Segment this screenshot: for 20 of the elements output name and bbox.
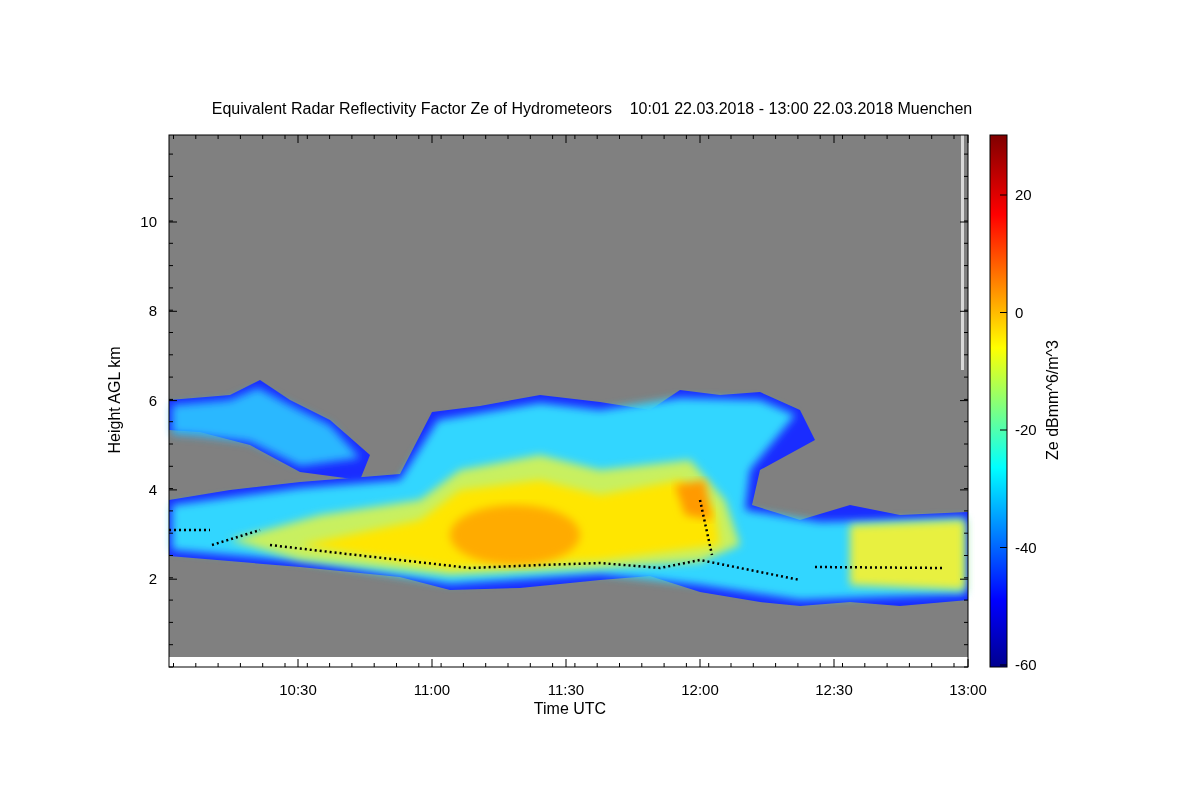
- y-tick-label: 2: [148, 570, 157, 588]
- colorbar-tick-label: 20: [1015, 186, 1032, 203]
- x-axis-title: Time UTC: [533, 700, 607, 717]
- colorbar-tick-label: -60: [1015, 656, 1037, 673]
- y-tick-label: 4: [148, 480, 157, 498]
- x-tick-label: 11:00: [413, 681, 451, 698]
- y-tick-label: 10: [140, 213, 157, 230]
- y-tick-label: 6: [148, 391, 157, 409]
- chart-title: Equivalent Radar Reflectivity Factor Ze of Hydrometeors 10:01 22.03.2018 - 13:00 22.03.2018 Muenchen: [211, 100, 973, 117]
- x-tick-label: 11:30: [547, 681, 585, 698]
- y-tick-label: 8: [148, 302, 157, 320]
- colorbar-tick-label: 0: [1015, 303, 1024, 321]
- colorbar-tick-label: -40: [1015, 538, 1037, 556]
- colorbar-tick-label: -20: [1015, 421, 1037, 438]
- x-tick-label: 12:30: [815, 681, 853, 698]
- x-tick-label: 10:30: [279, 681, 317, 698]
- colorbar-title: Ze dBmm^6/m^3: [1044, 340, 1061, 460]
- x-tick-label: 12:00: [681, 681, 719, 698]
- x-tick-label: 13:00: [949, 681, 987, 698]
- y-axis-title: Height AGL km: [106, 346, 123, 454]
